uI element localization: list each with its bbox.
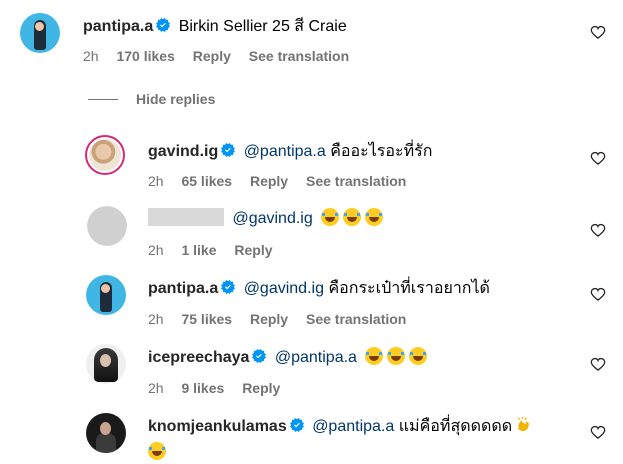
verified-icon (221, 143, 235, 157)
laughing-emoji-icon (365, 347, 384, 365)
reply-button[interactable]: Reply (242, 380, 280, 396)
timestamp[interactable]: 2h (148, 173, 164, 189)
like-heart-icon[interactable] (590, 222, 606, 238)
avatar[interactable] (86, 275, 126, 315)
username[interactable]: icepreechaya (148, 349, 249, 366)
laughing-emoji-icon (343, 208, 362, 226)
likes-count[interactable]: 1 like (181, 242, 216, 258)
mention-link[interactable]: @gavind.ig (244, 280, 324, 297)
mention-link[interactable]: @pantipa.a (275, 349, 357, 366)
see-translation-button[interactable]: See translation (306, 173, 406, 189)
avatar[interactable] (86, 413, 126, 453)
like-heart-icon[interactable] (590, 356, 606, 372)
mention-link[interactable]: @pantipa.a (244, 143, 326, 160)
likes-count[interactable]: 65 likes (181, 173, 232, 189)
comment-text: แม่คือที่สุดดดดด (398, 418, 513, 435)
verified-icon (221, 280, 235, 294)
verified-icon (290, 418, 304, 432)
comment-meta: 2h 1 like Reply (148, 241, 287, 259)
username[interactable]: knomjeankulamas (148, 418, 287, 435)
likes-count[interactable]: 9 likes (181, 380, 224, 396)
divider-line (88, 99, 118, 100)
like-heart-icon[interactable] (590, 24, 606, 40)
likes-count[interactable]: 75 likes (181, 311, 232, 327)
verified-icon (252, 349, 266, 363)
avatar-face (100, 422, 111, 435)
username[interactable]: pantipa.a (148, 280, 218, 297)
comment-text: Birkin Sellier 25 สี Craie (178, 18, 347, 35)
laughing-emoji-icon (321, 208, 340, 226)
laughing-emoji-icon (148, 442, 166, 460)
avatar-face (100, 354, 111, 367)
reply-button[interactable]: Reply (234, 242, 272, 258)
avatar[interactable] (20, 13, 60, 53)
comment-line-wrap (148, 442, 166, 462)
comment-text: คืออะไรอะที่รัก (330, 143, 433, 160)
verified-icon (156, 18, 170, 32)
username[interactable]: pantipa.a (83, 18, 153, 35)
see-translation-button[interactable]: See translation (306, 311, 406, 327)
clapping-hands-icon (518, 416, 530, 432)
comment-meta: 2h 9 likes Reply (148, 379, 294, 397)
see-translation-button[interactable]: See translation (249, 48, 349, 64)
comment-line: @gavind.ig (148, 208, 384, 229)
timestamp[interactable]: 2h (83, 48, 99, 64)
mention-link[interactable]: @pantipa.a (312, 418, 394, 435)
redacted-username (148, 208, 224, 226)
mention-link[interactable]: @gavind.ig (232, 210, 312, 227)
avatar[interactable] (85, 135, 125, 175)
comment-line: knomjeankulamas @pantipa.a แม่คือที่สุดด… (148, 416, 532, 437)
like-heart-icon[interactable] (590, 150, 606, 166)
avatar[interactable] (86, 344, 126, 384)
like-heart-icon[interactable] (590, 424, 606, 440)
laughing-emoji-icon (387, 347, 406, 365)
comment-meta: 2h 75 likes Reply See translation (148, 310, 420, 328)
comment-line: pantipa.a @gavind.ig คือกระเป๋าที่เราอยา… (148, 279, 490, 299)
comment-meta: 2h 65 likes Reply See translation (148, 172, 420, 190)
timestamp[interactable]: 2h (148, 242, 164, 258)
likes-count[interactable]: 170 likes (116, 48, 174, 64)
reply-button[interactable]: Reply (250, 173, 288, 189)
avatar-placeholder (87, 206, 127, 246)
hide-replies-button[interactable]: Hide replies (88, 91, 215, 107)
comment-meta: 2h 170 likes Reply See translation (83, 47, 363, 65)
reply-button[interactable]: Reply (250, 311, 288, 327)
avatar-face (101, 284, 110, 293)
avatar-image (89, 139, 121, 171)
hide-replies-label: Hide replies (136, 91, 216, 107)
timestamp[interactable]: 2h (148, 311, 164, 327)
avatar-body (96, 433, 116, 453)
reply-button[interactable]: Reply (193, 48, 231, 64)
like-heart-icon[interactable] (590, 286, 606, 302)
laughing-emoji-icon (409, 347, 428, 365)
comment-line: icepreechaya @pantipa.a (148, 347, 428, 368)
comment-text: คือกระเป๋าที่เราอยากได้ (328, 280, 490, 297)
avatar[interactable] (87, 206, 127, 246)
timestamp[interactable]: 2h (148, 380, 164, 396)
laughing-emoji-icon (365, 208, 384, 226)
comment-line: gavind.ig @pantipa.a คืออะไรอะที่รัก (148, 142, 432, 162)
username[interactable]: gavind.ig (148, 143, 218, 160)
comment-line: pantipa.a Birkin Sellier 25 สี Craie (83, 17, 347, 37)
avatar-face (35, 22, 44, 31)
